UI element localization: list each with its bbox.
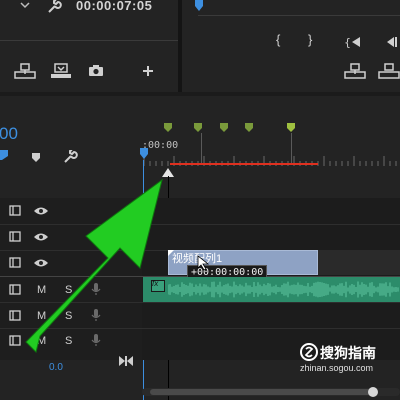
watermark-url: zhinan.sogou.com xyxy=(300,363,374,373)
watermark-brand: 搜狗指南 xyxy=(320,345,376,361)
sogou-logo-icon xyxy=(300,343,318,361)
annotation-arrow-icon xyxy=(25,178,163,353)
